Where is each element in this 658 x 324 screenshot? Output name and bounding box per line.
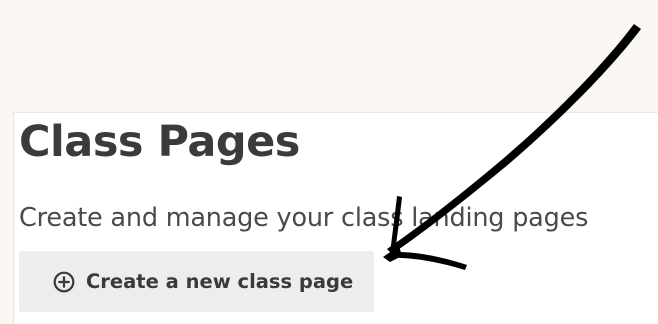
page-title: Class Pages <box>19 117 300 167</box>
create-class-page-label: Create a new class page <box>86 270 354 293</box>
create-class-page-button[interactable]: Create a new class page <box>19 251 374 312</box>
plus-circle-icon <box>53 271 75 293</box>
page-subtitle: Create and manage your class landing pag… <box>19 203 589 233</box>
